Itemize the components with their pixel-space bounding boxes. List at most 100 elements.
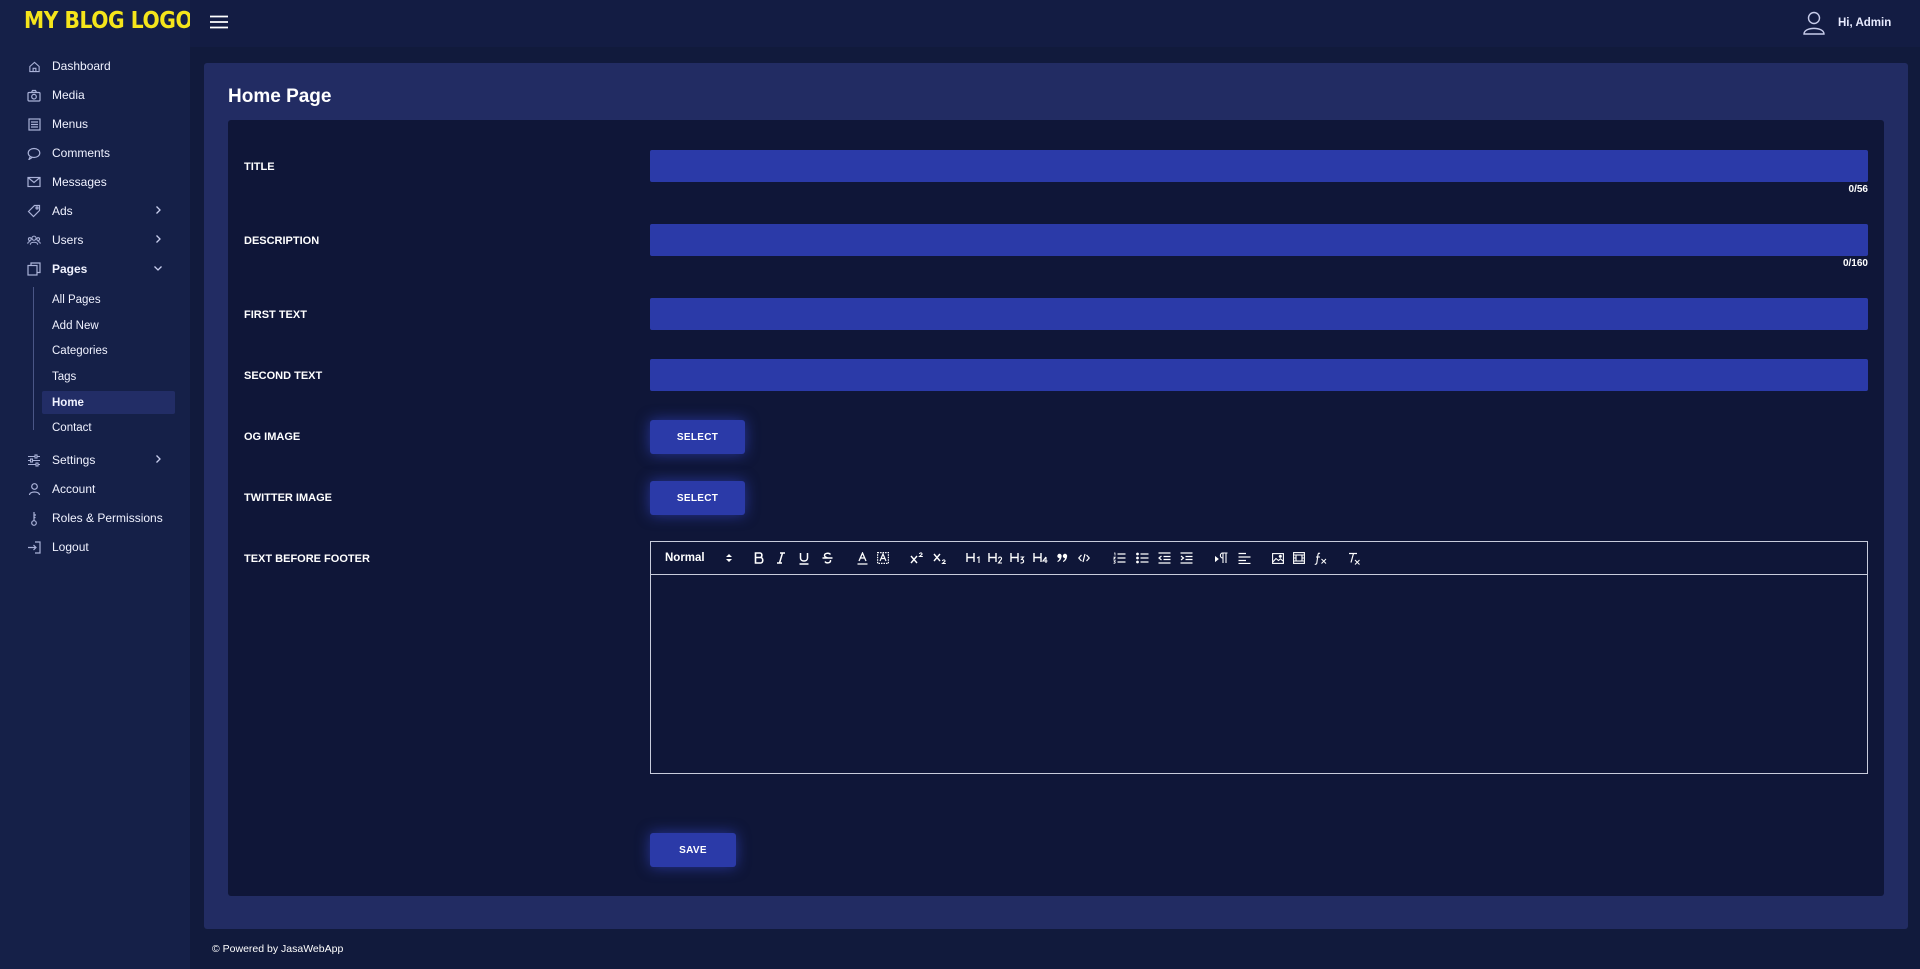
heading-4-icon[interactable]: [1032, 550, 1050, 566]
bold-icon[interactable]: [751, 550, 767, 566]
comment-icon: [27, 146, 41, 160]
description-label: DESCRIPTION: [244, 235, 320, 247]
font-color-icon[interactable]: [854, 550, 870, 566]
clear-formatting-icon[interactable]: [1346, 550, 1362, 566]
editor-content-area[interactable]: [651, 575, 1867, 773]
submenu-item-label: Home: [52, 396, 84, 409]
submenu-item-label: Add New: [52, 319, 99, 332]
sidebar-item-dashboard[interactable]: Dashboard: [0, 51, 190, 80]
insert-video-icon[interactable]: [1291, 550, 1307, 566]
background-color-icon[interactable]: [875, 550, 891, 566]
pages-icon: [27, 262, 41, 276]
tag-icon: [27, 204, 41, 218]
first-text-label: FIRST TEXT: [244, 309, 307, 321]
submenu-item-tags[interactable]: Tags: [0, 364, 190, 390]
list-icon: [27, 117, 41, 131]
twitter-image-select-button[interactable]: SELECT: [650, 481, 745, 515]
home-icon: [27, 59, 41, 73]
code-block-icon[interactable]: [1076, 550, 1092, 566]
sidebar-item-comments[interactable]: Comments: [0, 138, 190, 167]
submenu-item-label: Categories: [52, 345, 108, 358]
second-text-input[interactable]: [650, 359, 1868, 391]
pages-submenu: All Pages Add New Categories Tags Home C…: [0, 287, 190, 441]
sidebar-nav: Dashboard Media Menus Comments Messages: [0, 51, 190, 561]
heading-3-icon[interactable]: [1009, 550, 1027, 566]
sidebar-item-label: Account: [52, 481, 96, 496]
chevron-right-icon: [152, 233, 164, 245]
formula-icon[interactable]: [1313, 550, 1329, 566]
sidebar-item-ads[interactable]: Ads: [0, 196, 190, 225]
insert-image-icon[interactable]: [1270, 550, 1286, 566]
sidebar-item-label: Users: [52, 232, 84, 247]
hamburger-menu-icon[interactable]: [210, 15, 228, 29]
sidebar-item-account[interactable]: Account: [0, 474, 190, 503]
description-char-counter: 0/160: [1842, 258, 1868, 269]
outdent-icon[interactable]: [1156, 550, 1172, 566]
ordered-list-icon[interactable]: [1111, 550, 1127, 566]
chevron-right-icon: [152, 204, 164, 216]
chevron-down-icon: [152, 262, 164, 274]
user-greeting[interactable]: Hi, Admin: [1838, 17, 1891, 29]
sidebar: MY BLOG LOGO Dashboard Media Menus Comme…: [0, 0, 193, 969]
sidebar-item-logout[interactable]: Logout: [0, 532, 190, 561]
twitter-image-label: TWITTER IMAGE: [244, 492, 332, 504]
submenu-item-label: Contact: [52, 422, 92, 435]
sidebar-item-label: Menus: [52, 116, 89, 131]
sidebar-item-messages[interactable]: Messages: [0, 167, 190, 196]
subscript-icon[interactable]: [931, 550, 949, 566]
format-select[interactable]: Normal: [665, 550, 735, 566]
italic-icon[interactable]: [773, 550, 789, 566]
sidebar-item-settings[interactable]: Settings: [0, 445, 190, 474]
submenu-item-all-pages[interactable]: All Pages: [0, 287, 190, 313]
sidebar-item-pages[interactable]: Pages: [0, 254, 190, 283]
chevron-right-icon: [152, 453, 164, 465]
heading-2-icon[interactable]: [987, 550, 1005, 566]
superscript-icon[interactable]: [908, 550, 926, 566]
save-button[interactable]: SAVE: [650, 833, 736, 867]
first-text-input[interactable]: [650, 298, 1868, 330]
envelope-icon: [27, 175, 41, 189]
users-icon: [27, 233, 41, 247]
sliders-icon: [27, 453, 41, 467]
description-input[interactable]: [650, 224, 1868, 256]
submenu-item-label: All Pages: [52, 293, 101, 306]
sidebar-item-media[interactable]: Media: [0, 80, 190, 109]
underline-icon[interactable]: [796, 550, 812, 566]
sidebar-item-roles-permissions[interactable]: Roles & Permissions: [0, 503, 190, 532]
title-input[interactable]: [650, 150, 1868, 182]
submenu-item-categories[interactable]: Categories: [0, 338, 190, 364]
sidebar-item-label: Ads: [52, 203, 73, 218]
rich-text-editor: Normal: [650, 541, 1868, 774]
og-image-label: OG IMAGE: [244, 431, 301, 443]
submenu-item-label: Tags: [52, 370, 77, 383]
user-avatar-icon[interactable]: [1803, 11, 1825, 35]
title-char-counter: 0/56: [1848, 184, 1868, 195]
page-title: Home Page: [228, 86, 332, 107]
sidebar-item-users[interactable]: Users: [0, 225, 190, 254]
sidebar-item-label: Comments: [52, 145, 111, 160]
select-arrows-icon: [726, 553, 732, 563]
sidebar-item-label: Logout: [52, 539, 89, 554]
submenu-item-add-new[interactable]: Add New: [0, 313, 190, 339]
text-direction-icon[interactable]: [1213, 550, 1229, 566]
top-header: [190, 0, 1920, 47]
camera-icon: [27, 88, 41, 102]
submenu-item-home[interactable]: Home: [0, 390, 190, 416]
blog-logo[interactable]: MY BLOG LOGO: [24, 8, 193, 34]
key-icon: [27, 511, 41, 526]
user-icon: [27, 482, 41, 496]
indent-icon[interactable]: [1178, 550, 1194, 566]
blockquote-icon[interactable]: [1055, 550, 1069, 566]
og-image-select-button[interactable]: SELECT: [650, 420, 745, 454]
editor-toolbar: Normal: [651, 542, 1867, 575]
submenu-item-contact[interactable]: Contact: [0, 415, 190, 441]
title-label: TITLE: [244, 161, 275, 173]
sidebar-item-label: Settings: [52, 452, 96, 467]
sidebar-item-label: Roles & Permissions: [52, 510, 163, 525]
align-icon[interactable]: [1236, 550, 1252, 566]
strikethrough-icon[interactable]: [819, 550, 835, 566]
text-before-footer-label: TEXT BEFORE FOOTER: [244, 553, 370, 565]
bullet-list-icon[interactable]: [1134, 550, 1150, 566]
heading-1-icon[interactable]: [965, 550, 983, 566]
sidebar-item-menus[interactable]: Menus: [0, 109, 190, 138]
